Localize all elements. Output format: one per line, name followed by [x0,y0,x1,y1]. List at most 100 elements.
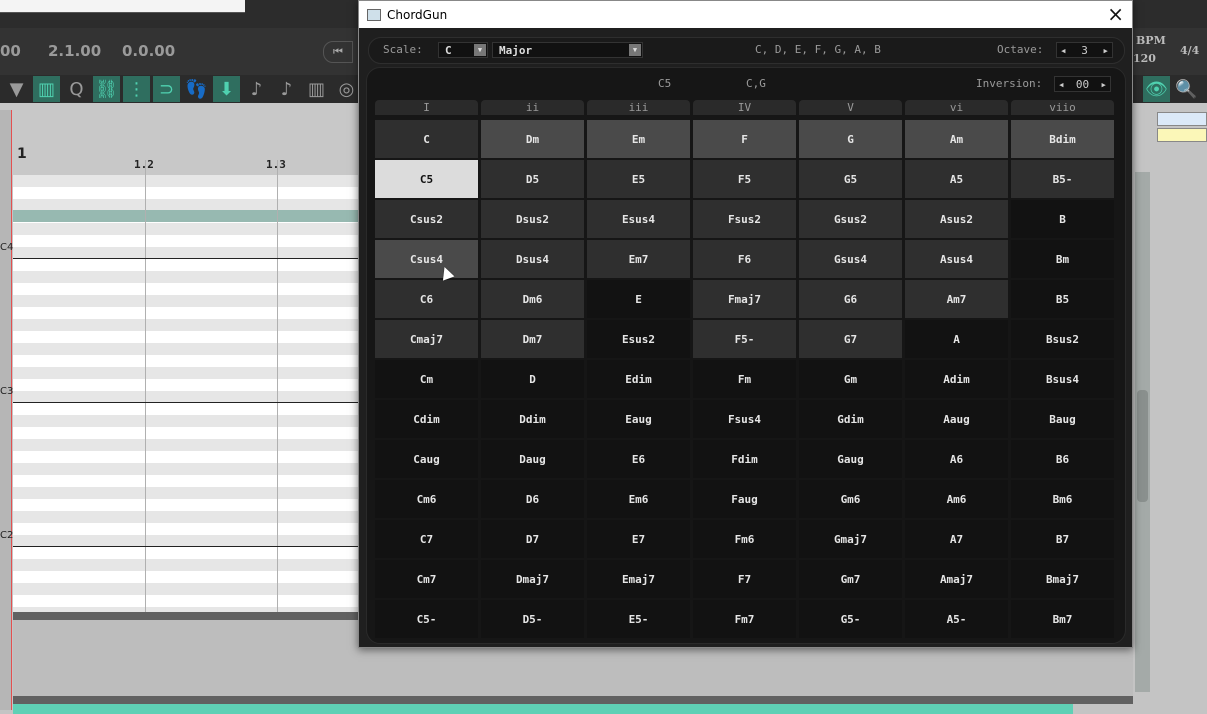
chord-button[interactable]: Em7 [587,240,690,278]
chord-button[interactable]: G6 [799,280,902,318]
chord-button[interactable]: A7 [905,520,1008,558]
chord-button[interactable]: Dm6 [481,280,584,318]
chord-button[interactable]: Fm6 [693,520,796,558]
chord-button[interactable]: Bdim [1011,120,1114,158]
chord-button[interactable]: Gaug [799,440,902,478]
note-icon[interactable]: ♪ [273,76,300,102]
chord-button[interactable]: G5 [799,160,902,198]
chord-button[interactable]: A5 [905,160,1008,198]
chord-button[interactable]: D5- [481,600,584,638]
chord-button[interactable]: Em6 [587,480,690,518]
chord-button[interactable]: Cm6 [375,480,478,518]
track-row-yellow[interactable] [1157,128,1207,142]
link-icon[interactable]: ⛓ [93,76,120,102]
chord-button[interactable]: G5- [799,600,902,638]
quantize-icon[interactable]: Q [63,76,90,102]
chord-button[interactable]: Gm [799,360,902,398]
lane-resize-handle[interactable] [13,696,1133,704]
chord-button[interactable]: Gmaj7 [799,520,902,558]
note-velocity-icon[interactable]: ♪ [243,76,270,102]
chord-button[interactable]: C5 [375,160,478,198]
tonic-dropdown[interactable]: C ▼ [438,42,488,58]
chord-button[interactable]: Dmaj7 [481,560,584,598]
chord-button[interactable]: A6 [905,440,1008,478]
chord-button[interactable]: Faug [693,480,796,518]
chord-button[interactable]: G7 [799,320,902,358]
chord-button[interactable]: C5- [375,600,478,638]
chord-button[interactable]: G [799,120,902,158]
chord-button[interactable]: Bm7 [1011,600,1114,638]
chord-button[interactable]: Cmaj7 [375,320,478,358]
chord-button[interactable]: Dsus4 [481,240,584,278]
chord-button[interactable]: B6 [1011,440,1114,478]
chord-button[interactable]: D [481,360,584,398]
chord-button[interactable]: D6 [481,480,584,518]
chord-button[interactable]: Aaug [905,400,1008,438]
chord-button[interactable]: Eaug [587,400,690,438]
chord-button[interactable]: D7 [481,520,584,558]
chord-button[interactable]: Am [905,120,1008,158]
chord-button[interactable]: Bm [1011,240,1114,278]
chord-button[interactable]: F5- [693,320,796,358]
chord-button[interactable]: C7 [375,520,478,558]
track-row-blue[interactable] [1157,112,1207,126]
chord-button[interactable]: Caug [375,440,478,478]
chord-button[interactable]: B5 [1011,280,1114,318]
chord-button[interactable]: Fm7 [693,600,796,638]
decrement-arrow-icon[interactable]: ◂ [1058,78,1065,91]
octave-stepper[interactable]: ◂ 3 ▸ [1056,42,1113,58]
chord-button[interactable]: E5 [587,160,690,198]
chord-button[interactable]: Csus2 [375,200,478,238]
scrollbar-thumb[interactable] [1137,390,1148,502]
time-signature[interactable]: 4/4 [1180,44,1199,57]
chord-button[interactable]: B7 [1011,520,1114,558]
timeline-ruler[interactable] [0,103,360,175]
chord-button[interactable]: Edim [587,360,690,398]
chord-button[interactable]: Fsus4 [693,400,796,438]
chord-button[interactable]: Gdim [799,400,902,438]
chord-button[interactable]: Amaj7 [905,560,1008,598]
track-item[interactable] [13,704,1073,714]
chord-button[interactable]: Em [587,120,690,158]
chord-button[interactable]: Bmaj7 [1011,560,1114,598]
chord-button[interactable]: Gsus2 [799,200,902,238]
chord-button[interactable]: E5- [587,600,690,638]
chord-button[interactable]: Gm6 [799,480,902,518]
record-loop-icon[interactable]: ◎ [333,76,360,102]
decrement-arrow-icon[interactable]: ◂ [1060,44,1067,57]
chord-button[interactable]: F7 [693,560,796,598]
chord-button[interactable]: Fdim [693,440,796,478]
chord-button[interactable]: Dm7 [481,320,584,358]
inversion-stepper[interactable]: ◂ 00 ▸ [1054,76,1111,92]
piano-roll-view-icon[interactable]: ▥ [33,76,60,102]
chord-button[interactable]: Dm [481,120,584,158]
chord-button[interactable]: Ddim [481,400,584,438]
chord-button[interactable]: Asus2 [905,200,1008,238]
chord-button[interactable]: Baug [1011,400,1114,438]
close-button[interactable]: × [1107,2,1124,26]
chord-button[interactable]: Cdim [375,400,478,438]
chord-button[interactable]: Adim [905,360,1008,398]
chord-button[interactable]: Emaj7 [587,560,690,598]
chord-button[interactable]: F5 [693,160,796,198]
piano-keys-icon[interactable]: ▥ [303,76,330,102]
filter-icon[interactable]: ▼ [3,76,30,102]
snap-magnet-icon[interactable]: ⊃ [153,76,180,102]
chord-button[interactable]: D5 [481,160,584,198]
chord-button[interactable]: Gm7 [799,560,902,598]
chord-button[interactable]: A5- [905,600,1008,638]
chord-button[interactable]: B5- [1011,160,1114,198]
chord-button[interactable]: Am6 [905,480,1008,518]
chord-button[interactable]: Cm7 [375,560,478,598]
chord-button[interactable]: F [693,120,796,158]
chord-button[interactable]: F6 [693,240,796,278]
chord-button[interactable]: E6 [587,440,690,478]
increment-arrow-icon[interactable]: ▸ [1102,44,1109,57]
chord-button[interactable]: C [375,120,478,158]
go-to-start-button[interactable]: ⏮ [323,41,353,63]
chord-button[interactable]: Dsus2 [481,200,584,238]
scale-type-dropdown[interactable]: Major ▼ [492,42,643,58]
grid-icon[interactable]: ⋮ [123,76,150,102]
chord-button[interactable]: Esus2 [587,320,690,358]
chord-button[interactable]: Cm [375,360,478,398]
